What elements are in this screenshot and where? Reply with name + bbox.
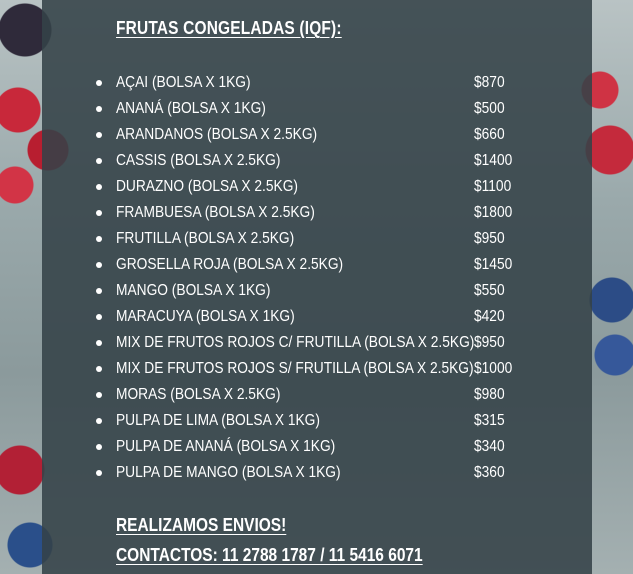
bullet-icon: [96, 184, 102, 190]
bullet-icon: [96, 106, 102, 112]
product-name: MIX DE FRUTOS ROJOS S/ FRUTILLA (BOLSA X…: [116, 360, 474, 377]
list-item: CASSIS (BOLSA X 2.5KG) $1400: [96, 150, 536, 176]
product-name: ANANÁ (BOLSA X 1KG): [116, 100, 266, 117]
bullet-icon: [96, 132, 102, 138]
product-price: $870: [474, 74, 505, 91]
product-name: ARANDANOS (BOLSA X 2.5KG): [116, 126, 318, 143]
bullet-icon: [96, 158, 102, 164]
bullet-icon: [96, 288, 102, 294]
list-item: MANGO (BOLSA X 1KG) $550: [96, 280, 536, 306]
product-price: $500: [474, 100, 505, 117]
list-item: GROSELLA ROJA (BOLSA X 2.5KG) $1450: [96, 254, 536, 280]
bullet-icon: [96, 470, 102, 476]
product-name: FRAMBUESA (BOLSA X 2.5KG): [116, 204, 315, 221]
list-item: MIX DE FRUTOS ROJOS S/ FRUTILLA (BOLSA X…: [96, 358, 536, 384]
list-item: MORAS (BOLSA X 2.5KG) $980: [96, 384, 536, 410]
list-item: PULPA DE LIMA (BOLSA X 1KG) $315: [96, 410, 536, 436]
bullet-icon: [96, 392, 102, 398]
price-list: AÇAI (BOLSA X 1KG) $870 ANANÁ (BOLSA X 1KG…: [96, 72, 536, 488]
list-item: PULPA DE ANANÁ (BOLSA X 1KG) $340: [96, 436, 536, 462]
list-item: MARACUYA (BOLSA X 1KG) $420: [96, 306, 536, 332]
product-price: $340: [474, 438, 505, 455]
shipping-notice: REALIZAMOS ENVIOS!: [116, 515, 287, 535]
product-name: MIX DE FRUTOS ROJOS C/ FRUTILLA (BOLSA X…: [116, 334, 475, 351]
product-price: $1000: [474, 360, 513, 377]
product-price: $550: [474, 282, 505, 299]
product-name: PULPA DE ANANÁ (BOLSA X 1KG): [116, 438, 336, 455]
product-name: PULPA DE LIMA (BOLSA X 1KG): [116, 412, 320, 429]
product-price: $1400: [474, 152, 513, 169]
product-name: CASSIS (BOLSA X 2.5KG): [116, 152, 281, 169]
product-price: $980: [474, 386, 505, 403]
bullet-icon: [96, 80, 102, 86]
product-name: PULPA DE MANGO (BOLSA X 1KG): [116, 464, 341, 481]
bullet-icon: [96, 366, 102, 372]
section-title: FRUTAS CONGELADAS (IQF):: [116, 18, 342, 38]
product-price: $315: [474, 412, 505, 429]
product-price: $1100: [474, 178, 512, 195]
list-item: PULPA DE MANGO (BOLSA X 1KG) $360: [96, 462, 536, 488]
product-price: $660: [474, 126, 505, 143]
list-item: AÇAI (BOLSA X 1KG) $870: [96, 72, 536, 98]
list-item: FRAMBUESA (BOLSA X 2.5KG) $1800: [96, 202, 536, 228]
product-name: MARACUYA (BOLSA X 1KG): [116, 308, 295, 325]
bullet-icon: [96, 210, 102, 216]
product-name: DURAZNO (BOLSA X 2.5KG): [116, 178, 298, 195]
list-item: FRUTILLA (BOLSA X 2.5KG) $950: [96, 228, 536, 254]
product-price: $360: [474, 464, 505, 481]
product-price: $950: [474, 230, 505, 247]
contacts-line: CONTACTOS: 11 2788 1787 / 11 5416 6071: [116, 545, 423, 565]
product-price: $420: [474, 308, 505, 325]
product-name: FRUTILLA (BOLSA X 2.5KG): [116, 230, 295, 247]
product-name: MORAS (BOLSA X 2.5KG): [116, 386, 281, 403]
bullet-icon: [96, 236, 102, 242]
bullet-icon: [96, 418, 102, 424]
product-price: $1450: [474, 256, 513, 273]
product-price: $1800: [474, 204, 513, 221]
list-item: ANANÁ (BOLSA X 1KG) $500: [96, 98, 536, 124]
product-name: AÇAI (BOLSA X 1KG): [116, 74, 251, 91]
product-name: MANGO (BOLSA X 1KG): [116, 282, 271, 299]
bullet-icon: [96, 262, 102, 268]
bullet-icon: [96, 444, 102, 450]
list-item: DURAZNO (BOLSA X 2.5KG) $1100: [96, 176, 536, 202]
bullet-icon: [96, 314, 102, 320]
product-price: $950: [474, 334, 505, 351]
product-name: GROSELLA ROJA (BOLSA X 2.5KG): [116, 256, 344, 273]
list-item: MIX DE FRUTOS ROJOS C/ FRUTILLA (BOLSA X…: [96, 332, 536, 358]
bullet-icon: [96, 340, 102, 346]
list-item: ARANDANOS (BOLSA X 2.5KG) $660: [96, 124, 536, 150]
